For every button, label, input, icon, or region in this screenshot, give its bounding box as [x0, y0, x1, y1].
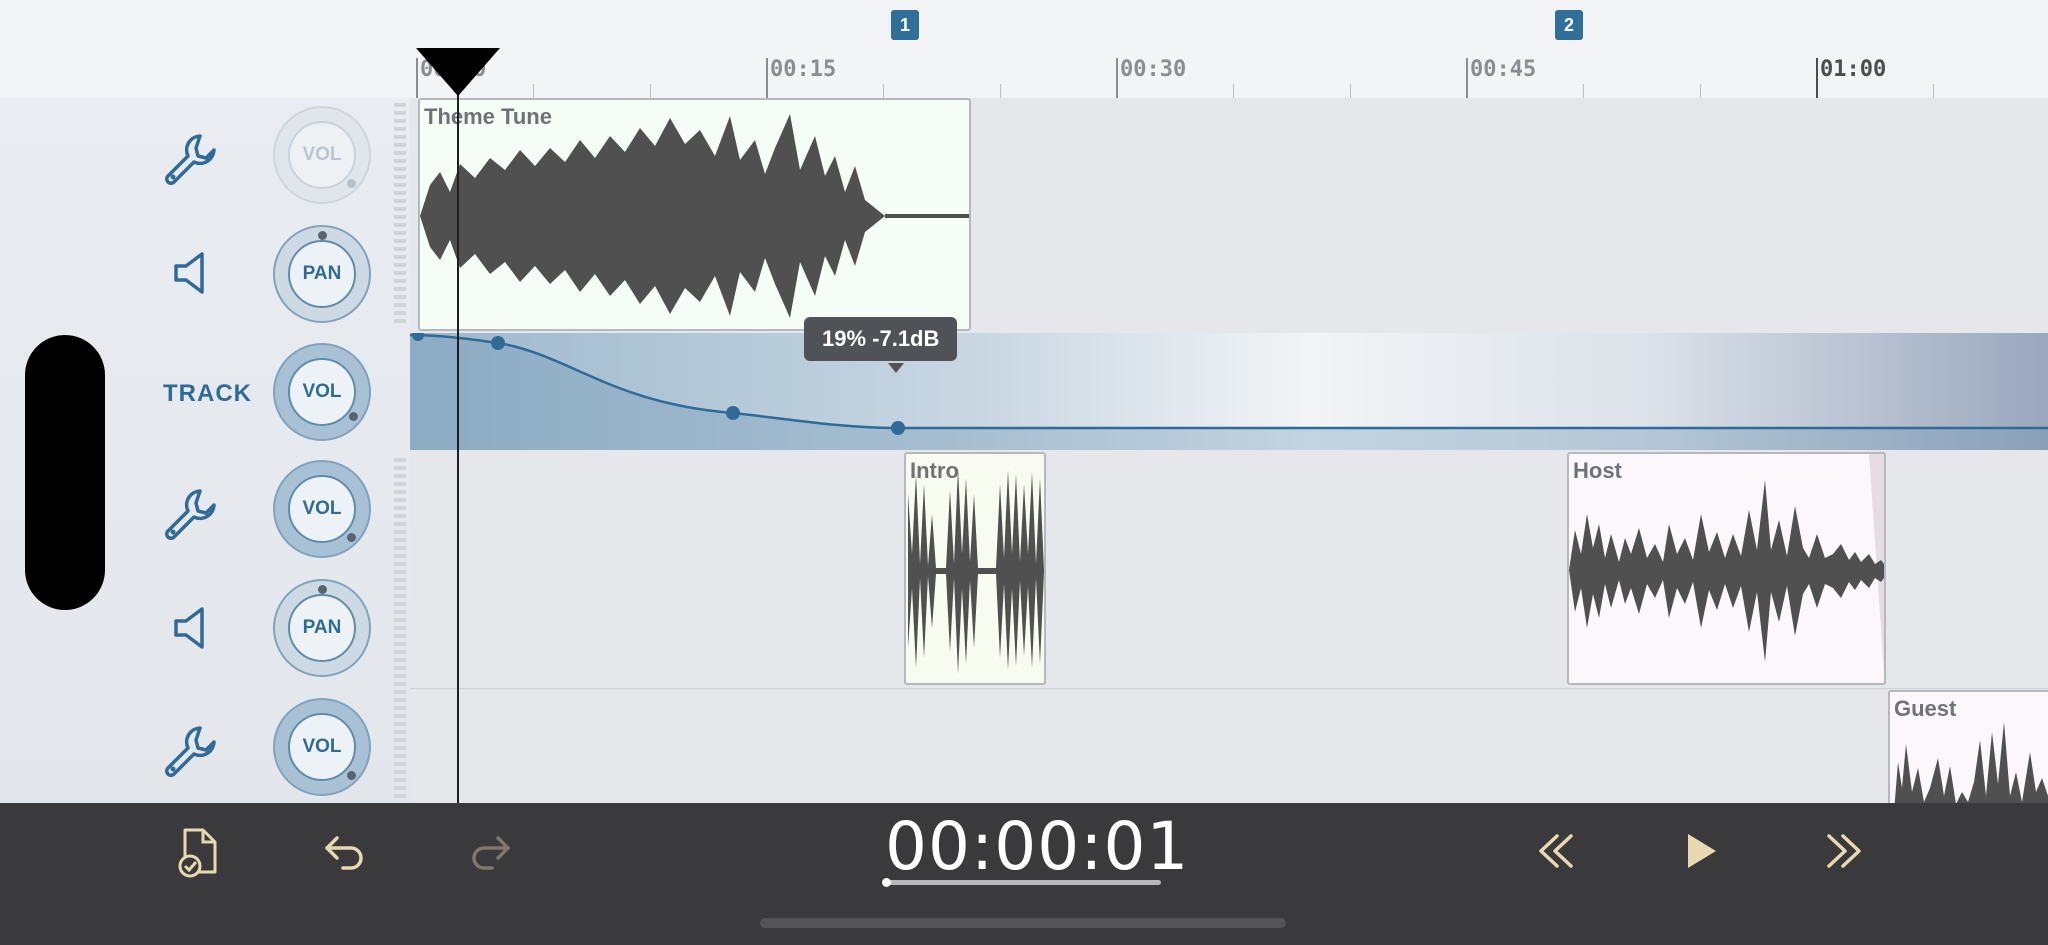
- track-drag-handle[interactable]: [394, 103, 406, 323]
- clip-title: Intro: [910, 458, 959, 483]
- track-divider: [410, 688, 2048, 689]
- side-handle[interactable]: [25, 335, 105, 610]
- ruler-tick: [1816, 58, 1818, 98]
- ruler-minor-tick: [883, 84, 884, 98]
- tooltip-text: 19% -7.1dB: [822, 326, 940, 351]
- automation-point[interactable]: [726, 406, 740, 420]
- clip-title: Theme Tune: [424, 104, 552, 129]
- tracks-area[interactable]: Theme Tune 19% -7.1dB Intro Host Guest: [410, 98, 2048, 803]
- knob-indicator: [349, 412, 358, 421]
- track2-pan-knob[interactable]: PAN: [273, 579, 371, 677]
- knob-label: PAN: [288, 240, 356, 308]
- knob-label: VOL: [288, 358, 356, 426]
- playhead-handle[interactable]: [416, 48, 500, 96]
- ruler-tick: [1116, 58, 1118, 98]
- speaker-icon[interactable]: [168, 603, 212, 653]
- track1-pan-knob[interactable]: PAN: [273, 225, 371, 323]
- knob-label: PAN: [288, 594, 356, 662]
- knob-label: VOL: [288, 121, 356, 189]
- ruler-label-1: 00:15: [770, 57, 837, 82]
- knob-indicator: [347, 771, 356, 780]
- ruler-minor-tick: [1583, 84, 1584, 98]
- automation-point[interactable]: [891, 421, 905, 435]
- clip-title: Host: [1573, 458, 1622, 483]
- position-scrubber[interactable]: [882, 878, 1161, 887]
- rewind-icon[interactable]: [1535, 830, 1577, 872]
- clip-intro[interactable]: Intro: [904, 452, 1046, 685]
- marker-1[interactable]: 1: [891, 10, 919, 40]
- clip-guest[interactable]: Guest: [1888, 690, 2048, 803]
- position-knob[interactable]: [882, 878, 891, 887]
- marker-2[interactable]: 2: [1555, 10, 1583, 40]
- ruler-minor-tick: [533, 84, 534, 98]
- clip-host[interactable]: Host: [1567, 452, 1886, 685]
- waveform: [420, 114, 969, 318]
- ruler-minor-tick: [1000, 84, 1001, 98]
- waveform: [908, 468, 1044, 674]
- automation-point[interactable]: [491, 336, 505, 350]
- tooltip-arrow: [888, 363, 904, 373]
- knob-indicator: [318, 231, 327, 240]
- ruler-tick: [1466, 58, 1468, 98]
- speaker-icon[interactable]: [168, 248, 212, 298]
- ruler-minor-tick: [1700, 84, 1701, 98]
- volume-tooltip: 19% -7.1dB: [804, 317, 958, 361]
- ruler-tick: [766, 58, 768, 98]
- ruler-minor-tick: [1350, 84, 1351, 98]
- master-track-label: TRACK: [163, 380, 252, 407]
- knob-label: VOL: [288, 475, 356, 543]
- knob-indicator: [347, 179, 356, 188]
- track3-volume-knob[interactable]: VOL: [273, 698, 371, 796]
- time-display: 00:00:01: [885, 808, 1190, 885]
- fast-forward-icon[interactable]: [1823, 830, 1865, 872]
- timeline-ruler[interactable]: 00:00 00:15 00:30 00:45 01:00 1 2: [0, 0, 2048, 99]
- ruler-label-3: 00:45: [1470, 57, 1537, 82]
- ruler-label-2: 00:30: [1120, 57, 1187, 82]
- wrench-icon[interactable]: [160, 483, 220, 543]
- wrench-icon[interactable]: [160, 720, 220, 780]
- home-indicator: [760, 918, 1286, 928]
- waveform: [1569, 454, 1884, 673]
- play-icon[interactable]: [1684, 830, 1720, 872]
- ruler-minor-tick: [1933, 84, 1934, 98]
- ruler-minor-tick: [1233, 84, 1234, 98]
- volume-curve: [410, 333, 2048, 450]
- knob-indicator: [318, 585, 327, 594]
- track1-volume-knob[interactable]: VOL: [273, 106, 371, 204]
- save-file-icon[interactable]: [175, 826, 225, 878]
- redo-icon[interactable]: [468, 830, 512, 874]
- ruler-label-4: 01:00: [1820, 57, 1887, 82]
- track-drag-handle[interactable]: [394, 458, 406, 798]
- wrench-icon[interactable]: [160, 128, 220, 188]
- track2-volume-knob[interactable]: VOL: [273, 460, 371, 558]
- undo-icon[interactable]: [323, 830, 367, 874]
- master-volume-knob[interactable]: VOL: [273, 343, 371, 441]
- knob-label: VOL: [288, 713, 356, 781]
- clip-title: Guest: [1894, 696, 1957, 721]
- clip-theme-tune[interactable]: Theme Tune: [418, 98, 971, 331]
- ruler-minor-tick: [650, 84, 651, 98]
- knob-indicator: [347, 533, 356, 542]
- playhead[interactable]: [457, 55, 459, 805]
- volume-automation-lane[interactable]: [410, 333, 2048, 450]
